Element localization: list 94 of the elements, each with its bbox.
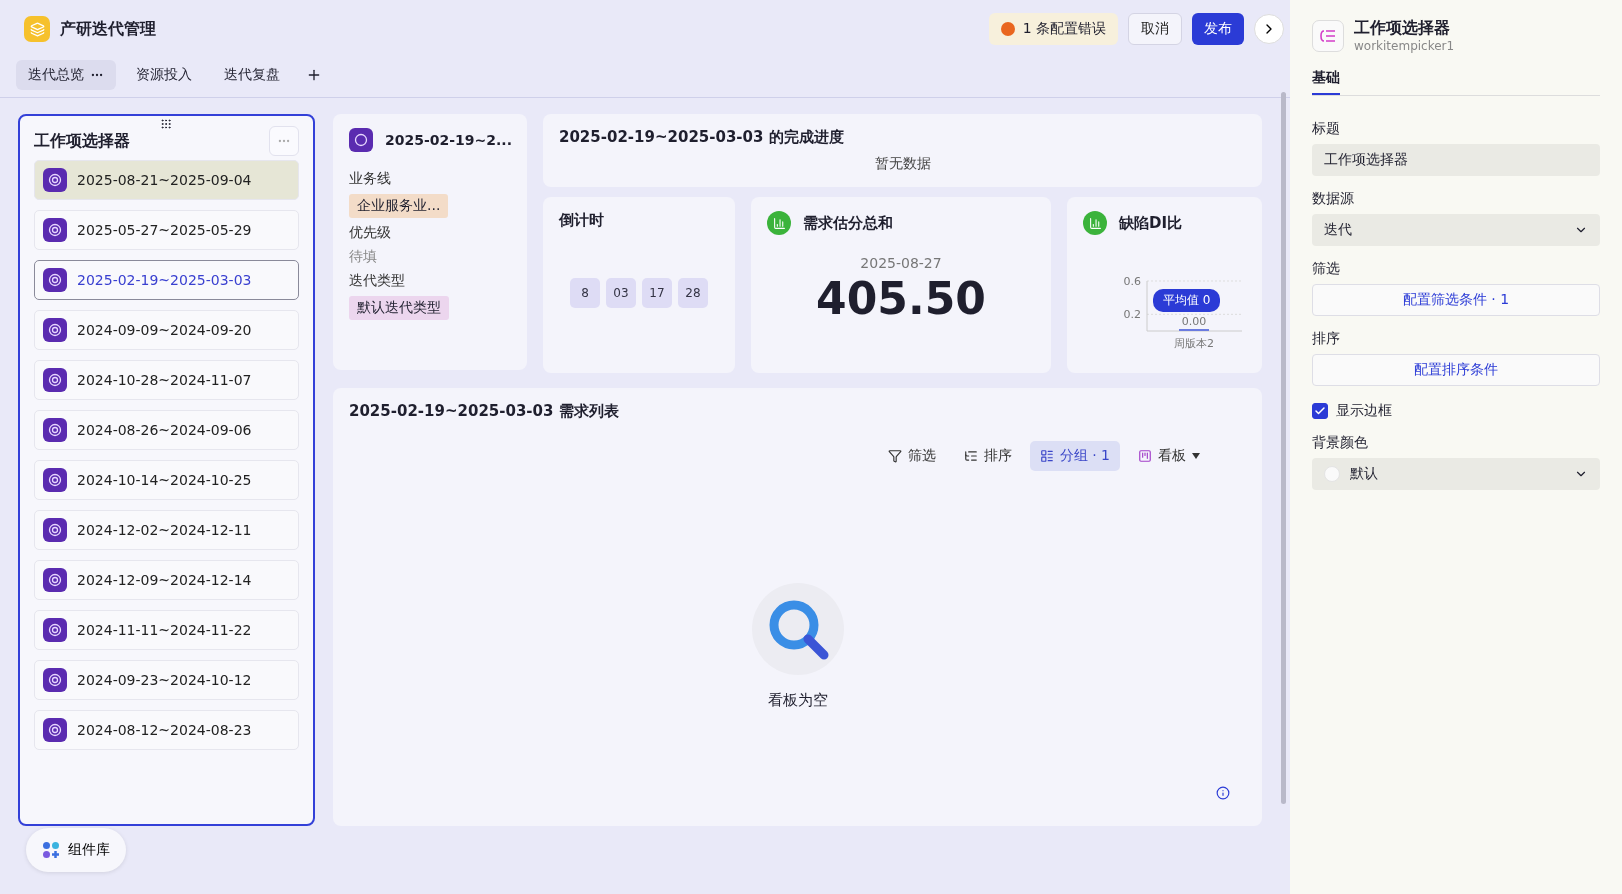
iteration-icon: [43, 218, 67, 242]
field-label: 业务线: [349, 170, 392, 188]
config-button[interactable]: 配置排序条件: [1312, 354, 1600, 386]
check-icon: [1314, 405, 1326, 417]
card-title: 2025-02-19~2...: [385, 132, 512, 148]
iteration-item[interactable]: 2025-05-27~2025-05-29: [34, 210, 299, 250]
iteration-item[interactable]: 2025-02-19~2025-03-03: [34, 260, 299, 300]
card-title: 需求估分总和: [803, 213, 893, 233]
iteration-item[interactable]: 2025-08-21~2025-09-04: [34, 160, 299, 200]
stat-value: 405.50: [815, 273, 987, 324]
empty-text: 看板为空: [767, 691, 828, 710]
iteration-item[interactable]: 2024-09-09~2024-09-20: [34, 310, 299, 350]
panel-title: 工作项选择器: [34, 130, 130, 152]
filter-icon: [887, 449, 902, 463]
app-title: 产研迭代管理: [60, 18, 157, 40]
list-icon: [1312, 19, 1344, 52]
iteration-item[interactable]: 2024-10-14~2024-10-25: [34, 460, 299, 500]
iteration-item[interactable]: 2024-09-23~2024-10-12: [34, 660, 299, 700]
card-title: 缺陷DI比: [1119, 213, 1183, 233]
inspector-title: 工作项选择器: [1354, 18, 1451, 39]
config-button[interactable]: 配置筛选条件 · 1: [1312, 284, 1600, 316]
iteration-icon: [43, 668, 67, 692]
toolbar-button[interactable]: 排序: [953, 441, 1022, 471]
app-logo-icon: [24, 16, 50, 42]
iteration-item[interactable]: 2024-11-11~2024-11-22: [34, 610, 299, 650]
field-value: 待填: [349, 248, 378, 266]
select-field[interactable]: 迭代: [1312, 214, 1600, 246]
sort-icon: [963, 449, 978, 463]
iteration-item[interactable]: 2024-10-28~2024-11-07: [34, 360, 299, 400]
card-title: 倒计时: [559, 211, 605, 230]
chart-icon: [767, 211, 791, 235]
chart-icon: [1083, 211, 1107, 235]
cancel-button[interactable]: 取消: [1128, 13, 1182, 45]
title-field[interactable]: 工作项选择器: [1312, 144, 1600, 176]
toolbar-button[interactable]: 看板: [1128, 441, 1210, 471]
axis-category-label: 周版本2: [1174, 337, 1214, 350]
field-tag: 企业服务业...: [349, 194, 449, 218]
axis-tick-label: 0.2: [1123, 308, 1141, 322]
iteration-icon: [43, 618, 67, 642]
field-label: 标题: [1312, 120, 1341, 138]
drag-handle-icon[interactable]: [160, 118, 172, 130]
iteration-icon: [43, 318, 67, 342]
iteration-item[interactable]: 2024-08-26~2024-09-06: [34, 410, 299, 450]
caret-icon: [1192, 453, 1200, 459]
board-icon: [1138, 449, 1152, 463]
average-tooltip: 平均值 0: [1153, 289, 1221, 312]
component-library-button[interactable]: 组件库: [26, 828, 126, 872]
iteration-item[interactable]: 2024-12-02~2024-12-11: [34, 510, 299, 550]
iteration-icon: [43, 368, 67, 392]
iteration-icon: [43, 568, 67, 592]
page-tab[interactable]: 资源投入: [124, 59, 204, 90]
iteration-icon: [43, 268, 67, 292]
checkbox[interactable]: [1312, 403, 1328, 419]
page-tab[interactable]: 迭代复盘: [212, 59, 292, 90]
inspector-tab[interactable]: 基础: [1312, 63, 1340, 95]
page-tab[interactable]: 迭代总览: [16, 59, 116, 90]
publish-button[interactable]: 发布: [1192, 13, 1244, 45]
countdown-digit: 8: [570, 278, 600, 308]
iteration-item[interactable]: 2024-08-12~2024-08-23: [34, 710, 299, 750]
empty-text: 暂无数据: [873, 155, 932, 173]
field-label: 数据源: [1312, 190, 1355, 208]
countdown-digit: 17: [642, 278, 672, 308]
toolbar-button[interactable]: 筛选: [877, 441, 946, 471]
field-label: 优先级: [349, 224, 392, 242]
field-label: 背景颜色: [1312, 434, 1369, 452]
field-label: 筛选: [1312, 260, 1341, 278]
iteration-icon: [43, 468, 67, 492]
iteration-icon: [43, 518, 67, 542]
iteration-icon: [43, 168, 67, 192]
stat-date: 2025-08-27: [859, 255, 943, 271]
countdown-digit: 28: [678, 278, 708, 308]
countdown-digit: 03: [606, 278, 636, 308]
data-label: 0.00: [1181, 315, 1207, 328]
info-icon[interactable]: [1216, 786, 1230, 800]
field-label: 排序: [1312, 330, 1341, 348]
collapse-button[interactable]: [1254, 14, 1284, 44]
search-illustration-icon: [749, 581, 846, 677]
component-id: workitempicker1: [1354, 39, 1455, 53]
iteration-icon: [43, 718, 67, 742]
field-label: 迭代类型: [349, 272, 406, 290]
iteration-item[interactable]: 2024-12-09~2024-12-14: [34, 560, 299, 600]
color-select-field[interactable]: 默认: [1312, 458, 1600, 490]
scrollbar[interactable]: [1281, 92, 1286, 804]
group-icon: [1039, 449, 1054, 463]
iteration-icon: [43, 418, 67, 442]
field-tag: 默认迭代类型: [349, 296, 449, 320]
error-badge[interactable]: 1 条配置错误: [988, 13, 1118, 45]
components-icon: [42, 841, 60, 859]
card-title: 2025-02-19~2025-03-03 的完成进度: [559, 128, 845, 147]
card-title: 2025-02-19~2025-03-03 需求列表: [349, 402, 620, 421]
iteration-icon: [349, 128, 373, 152]
toolbar-button[interactable]: 分组 · 1: [1029, 441, 1120, 471]
checkbox-label: 显示边框: [1336, 402, 1392, 420]
axis-tick-label: 0.6: [1123, 275, 1141, 288]
